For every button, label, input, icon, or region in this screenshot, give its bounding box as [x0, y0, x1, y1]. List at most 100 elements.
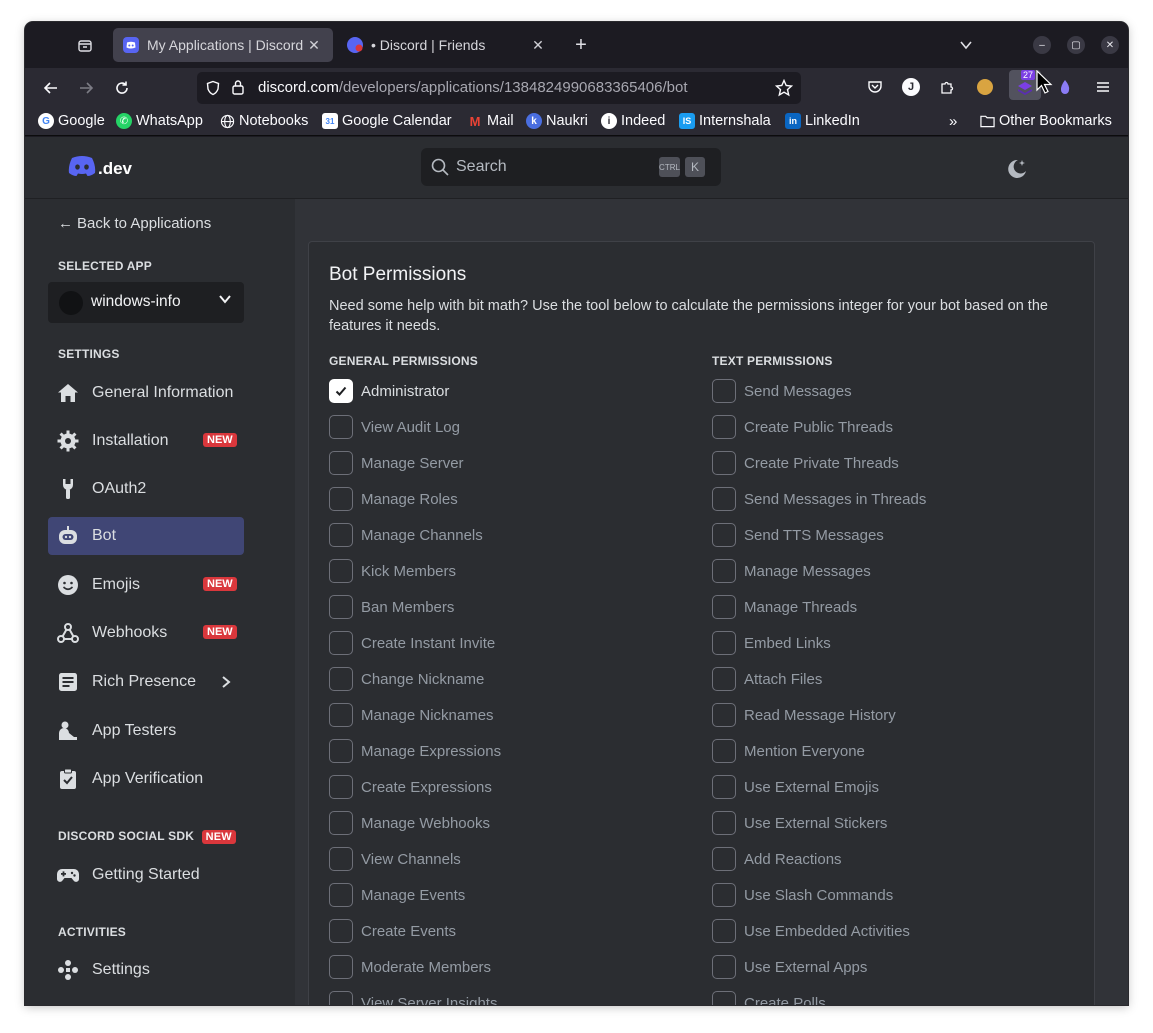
permission-mention-everyone[interactable]: Mention Everyone [712, 738, 865, 764]
bookmark-mail[interactable]: M Mail [467, 113, 514, 129]
permission-moderate-members[interactable]: Moderate Members [329, 954, 491, 980]
sidebar-item-bot[interactable]: Bot [48, 517, 244, 555]
close-tab-icon[interactable]: ✕ [305, 37, 323, 54]
permission-checkbox[interactable] [712, 487, 736, 511]
permission-checkbox[interactable] [712, 415, 736, 439]
permission-checkbox[interactable] [712, 739, 736, 763]
firefox-view-icon[interactable] [75, 36, 95, 56]
permission-use-slash-commands[interactable]: Use Slash Commands [712, 882, 893, 908]
sidebar-item-oauth2[interactable]: OAuth2 [48, 470, 244, 508]
permission-attach-files[interactable]: Attach Files [712, 666, 822, 692]
sidebar-item-general-information[interactable]: General Information [48, 374, 244, 412]
search-input[interactable]: Search CTRL K [421, 148, 721, 186]
bookmark-star-icon[interactable] [774, 78, 794, 102]
permission-checkbox[interactable] [329, 559, 353, 583]
permission-create-polls[interactable]: Create Polls [712, 990, 826, 1005]
permission-checkbox[interactable] [712, 811, 736, 835]
permission-ban-members[interactable]: Ban Members [329, 594, 454, 620]
permission-checkbox[interactable] [712, 451, 736, 475]
permission-checkbox[interactable] [329, 991, 353, 1005]
permission-checkbox[interactable] [712, 883, 736, 907]
permission-checkbox[interactable] [712, 523, 736, 547]
sidebar-item-app-verification[interactable]: App Verification [48, 760, 244, 798]
permission-use-external-apps[interactable]: Use External Apps [712, 954, 867, 980]
tab-discord-friends[interactable]: • Discord | Friends ✕ [337, 28, 557, 62]
back-arrow-icon[interactable] [37, 74, 65, 102]
bookmark-google-calendar[interactable]: 31 Google Calendar [322, 113, 452, 129]
purple-flame-extension-icon[interactable] [1054, 76, 1076, 98]
bookmark-internshala[interactable]: IS Internshala [679, 113, 771, 129]
permission-change-nickname[interactable]: Change Nickname [329, 666, 484, 692]
permission-manage-nicknames[interactable]: Manage Nicknames [329, 702, 494, 728]
permission-manage-events[interactable]: Manage Events [329, 882, 465, 908]
permission-checkbox[interactable] [712, 919, 736, 943]
app-selector[interactable]: windows-info [48, 282, 244, 323]
sidebar-item-emojis[interactable]: Emojis NEW [48, 566, 244, 604]
permission-create-private-threads[interactable]: Create Private Threads [712, 450, 899, 476]
permission-manage-webhooks[interactable]: Manage Webhooks [329, 810, 490, 836]
extensions-puzzle-icon[interactable] [936, 76, 958, 98]
permission-checkbox[interactable] [712, 991, 736, 1005]
reload-icon[interactable] [108, 74, 136, 102]
permission-manage-messages[interactable]: Manage Messages [712, 558, 871, 584]
minimize-icon[interactable]: – [1033, 36, 1051, 54]
permission-add-reactions[interactable]: Add Reactions [712, 846, 842, 872]
permission-use-embedded-activities[interactable]: Use Embedded Activities [712, 918, 910, 944]
permission-checkbox[interactable] [329, 631, 353, 655]
lock-icon[interactable] [231, 79, 245, 100]
permission-checkbox[interactable] [712, 379, 736, 403]
permission-checkbox[interactable] [329, 847, 353, 871]
permission-checkbox[interactable] [329, 523, 353, 547]
pocket-icon[interactable] [864, 76, 886, 98]
sidebar-item-app-testers[interactable]: App Testers [48, 712, 244, 750]
permission-manage-roles[interactable]: Manage Roles [329, 486, 458, 512]
permission-checkbox[interactable] [329, 415, 353, 439]
back-to-applications-link[interactable]: ← Back to Applications [58, 215, 211, 232]
permission-checkbox[interactable] [329, 811, 353, 835]
bookmark-naukri[interactable]: k Naukri [526, 113, 588, 129]
cookie-extension-icon[interactable] [974, 76, 996, 98]
bookmark-other-bookmarks[interactable]: Other Bookmarks [979, 113, 1112, 129]
tab-my-applications[interactable]: My Applications | Discord ✕ [113, 28, 333, 62]
bookmark-linkedin[interactable]: in LinkedIn [785, 113, 860, 129]
bookmark-google[interactable]: G Google [38, 113, 105, 129]
maximize-icon[interactable]: ▢ [1067, 36, 1085, 54]
permission-checkbox[interactable] [329, 667, 353, 691]
permission-checkbox[interactable] [712, 703, 736, 727]
permission-create-expressions[interactable]: Create Expressions [329, 774, 492, 800]
bookmark-notebooks[interactable]: Notebooks [219, 113, 308, 129]
bookmark-whatsapp[interactable]: ✆ WhatsApp [116, 113, 203, 129]
permission-checkbox[interactable] [329, 487, 353, 511]
permission-view-audit-log[interactable]: View Audit Log [329, 414, 460, 440]
sidebar-item-getting-started[interactable]: Getting Started [48, 856, 244, 894]
permission-send-messages-in-threads[interactable]: Send Messages in Threads [712, 486, 926, 512]
permission-manage-threads[interactable]: Manage Threads [712, 594, 857, 620]
permission-view-channels[interactable]: View Channels [329, 846, 461, 872]
forward-arrow-icon[interactable] [72, 74, 100, 102]
permission-manage-expressions[interactable]: Manage Expressions [329, 738, 501, 764]
discord-dev-logo[interactable]: .dev [67, 155, 132, 182]
more-bookmarks-chevron-icon[interactable]: » [949, 113, 957, 130]
permission-checkbox[interactable] [712, 595, 736, 619]
theme-toggle-moon-icon[interactable] [1005, 157, 1029, 186]
permission-checkbox[interactable] [712, 775, 736, 799]
permission-checkbox[interactable] [329, 775, 353, 799]
bookmark-indeed[interactable]: i Indeed [601, 113, 665, 129]
permission-checkbox[interactable] [712, 631, 736, 655]
permission-use-external-stickers[interactable]: Use External Stickers [712, 810, 887, 836]
permission-create-public-threads[interactable]: Create Public Threads [712, 414, 893, 440]
permission-checkbox[interactable] [329, 703, 353, 727]
permission-embed-links[interactable]: Embed Links [712, 630, 831, 656]
permission-manage-channels[interactable]: Manage Channels [329, 522, 483, 548]
close-window-icon[interactable]: ✕ [1101, 36, 1119, 54]
sidebar-item-installation[interactable]: Installation NEW [48, 422, 244, 460]
permission-create-instant-invite[interactable]: Create Instant Invite [329, 630, 495, 656]
permission-checkbox[interactable] [329, 451, 353, 475]
permission-kick-members[interactable]: Kick Members [329, 558, 456, 584]
permission-checkbox[interactable] [329, 595, 353, 619]
list-tabs-chevron-icon[interactable] [955, 34, 977, 56]
permission-administrator[interactable]: Administrator [329, 378, 449, 404]
sidebar-item-activity-settings[interactable]: Settings [48, 951, 244, 989]
permission-checkbox[interactable] [329, 739, 353, 763]
permission-checkbox[interactable] [712, 667, 736, 691]
